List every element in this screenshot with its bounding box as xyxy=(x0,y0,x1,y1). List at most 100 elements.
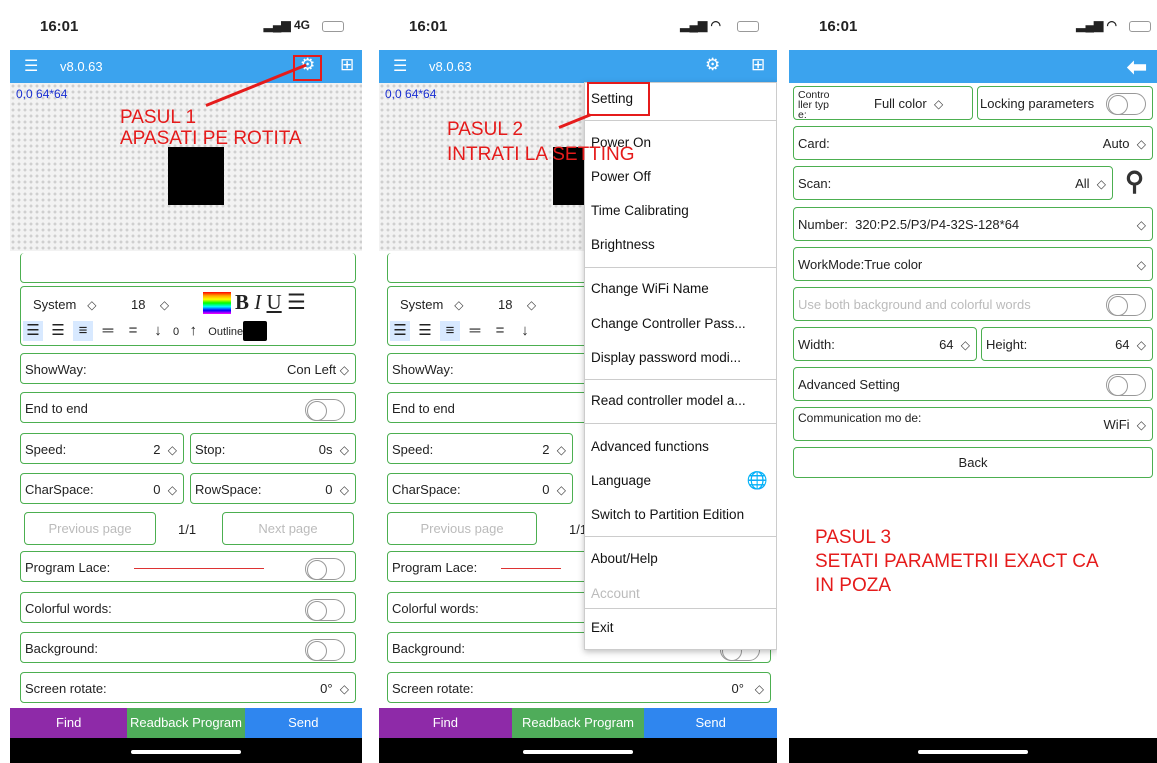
align-bottom-icon[interactable]: = xyxy=(490,321,510,341)
menu-item-change-pass[interactable]: Change Controller Pass... xyxy=(591,316,746,331)
speed-row[interactable]: Speed: 2 ◇ xyxy=(20,433,184,464)
step3-instruction-2: IN POZA xyxy=(815,575,892,596)
battery-icon xyxy=(737,21,759,32)
align-middle-icon[interactable]: ═ xyxy=(465,321,485,341)
phone-screen-3: 16:01 ▂▄▆ ◠ ⬅ Contro ller typ e: Full co… xyxy=(789,0,1157,763)
align-left-icon[interactable]: ☰ xyxy=(390,321,410,341)
bottom-buttons: Find Readback Program Send xyxy=(10,708,362,738)
send-button[interactable]: Send xyxy=(244,708,362,738)
menu-icon[interactable]: ☰ xyxy=(24,56,38,76)
menu-item-read-model[interactable]: Read controller model a... xyxy=(591,393,746,408)
colorful-words-toggle[interactable] xyxy=(305,599,345,621)
menu-item-display-password[interactable]: Display password modi... xyxy=(591,350,741,365)
back-arrow-icon[interactable]: ⬅ xyxy=(1127,53,1147,82)
status-time: 16:01 xyxy=(409,18,448,35)
previous-page-button[interactable]: Previous page xyxy=(24,512,156,545)
align-left-icon[interactable]: ☰ xyxy=(23,321,43,341)
bold-italic-underline-buttons[interactable]: B I U ☰ xyxy=(235,290,306,315)
phone-screen-2: 16:01 ▂▄▆ ◠ ☰ v8.0.63 ⚙ ⊞ 0,0 64*64 Syst… xyxy=(379,0,777,763)
gear-icon[interactable]: ⚙ xyxy=(705,55,720,75)
use-both-toggle[interactable] xyxy=(1106,294,1146,316)
find-button[interactable]: Find xyxy=(10,708,128,738)
arrow-down-icon[interactable]: ↓ xyxy=(148,321,168,341)
color-picker-icon[interactable] xyxy=(203,292,231,314)
scan-row[interactable]: Scan: All ◇ xyxy=(793,166,1113,200)
menu-icon[interactable]: ☰ xyxy=(393,56,407,76)
readback-program-button[interactable]: Readback Program xyxy=(511,708,645,738)
arrow-down-icon[interactable]: ↓ xyxy=(515,321,535,341)
settings-dropdown-menu: Setting Power On Power Off Time Calibrat… xyxy=(584,82,777,650)
send-button[interactable]: Send xyxy=(644,708,777,738)
communication-mode-row[interactable]: Communication mo de: WiFi ◇ xyxy=(793,407,1153,441)
status-bar: 16:01 ▂▄▆ ◠ xyxy=(379,0,777,50)
font-select[interactable]: System ◇ xyxy=(400,297,463,312)
card-row[interactable]: Card: Auto ◇ xyxy=(793,126,1153,160)
charspace-row[interactable]: CharSpace: 0 ◇ xyxy=(387,473,573,504)
signal-indicator: ▂▄▆ ◠ xyxy=(680,18,721,32)
workmode-row[interactable]: WorkMode:True color ◇ xyxy=(793,247,1153,281)
app-bar: ⬅ xyxy=(789,50,1157,83)
grid-icon[interactable]: ⊞ xyxy=(751,55,765,75)
locking-parameters-toggle[interactable] xyxy=(1106,93,1146,115)
step2-instruction: INTRATI LA SETTING xyxy=(447,144,635,165)
stop-row[interactable]: Stop: 0s ◇ xyxy=(190,433,356,464)
advanced-setting-toggle[interactable] xyxy=(1106,374,1146,396)
height-row[interactable]: Height: 64 ◇ xyxy=(981,327,1153,361)
find-button[interactable]: Find xyxy=(379,708,512,738)
menu-item-change-wifi[interactable]: Change WiFi Name xyxy=(591,281,709,296)
speed-row[interactable]: Speed: 2 ◇ xyxy=(387,433,573,464)
controller-type-row[interactable]: Contro ller typ e: Full color ◇ xyxy=(793,86,973,120)
menu-item-about[interactable]: About/Help xyxy=(591,551,658,566)
alignment-row: ☰ ☰ ≡ ═ = ↓ xyxy=(390,321,540,341)
battery-icon xyxy=(322,21,344,32)
align-bottom-icon[interactable]: = xyxy=(123,321,143,341)
program-lace-toggle[interactable] xyxy=(305,558,345,580)
back-button[interactable]: Back xyxy=(793,447,1153,478)
arrow-up-icon[interactable]: ↑ xyxy=(183,321,203,341)
search-icon[interactable]: ⚲ xyxy=(1125,166,1144,197)
text-input-area[interactable] xyxy=(20,253,356,283)
menu-item-brightness[interactable]: Brightness xyxy=(591,237,655,252)
charspace-row[interactable]: CharSpace: 0 ◇ xyxy=(20,473,184,504)
next-page-button[interactable]: Next page xyxy=(222,512,354,545)
screen-rotate-row[interactable]: Screen rotate: 0° ◇ xyxy=(20,672,356,703)
background-toggle[interactable] xyxy=(305,639,345,661)
menu-item-time-calibrating[interactable]: Time Calibrating xyxy=(591,203,689,218)
readback-program-button[interactable]: Readback Program xyxy=(127,708,245,738)
status-bar: 16:01 ▂▄▆ 4G xyxy=(10,0,362,50)
menu-item-exit[interactable]: Exit xyxy=(591,620,614,635)
menu-item-language[interactable]: Language xyxy=(591,473,651,488)
signal-indicator: ▂▄▆ ◠ xyxy=(1076,18,1117,32)
program-lace-row: Program Lace: xyxy=(20,551,356,582)
preview-coordinates: 0,0 64*64 xyxy=(385,87,437,101)
menu-item-advanced[interactable]: Advanced functions xyxy=(591,439,709,454)
step1-instruction: APASATI PE ROTITA xyxy=(120,128,302,149)
use-both-row: Use both background and colorful words xyxy=(793,287,1153,321)
align-right-icon[interactable]: ☰ xyxy=(415,321,435,341)
rowspace-row[interactable]: RowSpace: 0 ◇ xyxy=(190,473,356,504)
font-select[interactable]: System ◇ xyxy=(33,297,96,312)
globe-icon: 🌐 xyxy=(746,471,768,490)
outline-color-swatch[interactable] xyxy=(243,321,268,342)
menu-item-power-off[interactable]: Power Off xyxy=(591,169,651,184)
step3-label: PASUL 3 xyxy=(815,527,892,548)
align-middle-icon[interactable]: ═ xyxy=(98,321,118,341)
app-version: v8.0.63 xyxy=(60,59,103,74)
status-bar: 16:01 ▂▄▆ ◠ xyxy=(789,0,1157,50)
showway-row[interactable]: ShowWay: Con Left ◇ xyxy=(20,353,356,384)
align-right-icon[interactable]: ☰ xyxy=(48,321,68,341)
grid-icon[interactable]: ⊞ xyxy=(340,55,354,75)
align-center-icon[interactable]: ≡ xyxy=(440,321,460,341)
align-center-icon[interactable]: ≡ xyxy=(73,321,93,341)
signal-indicator: ▂▄▆ 4G xyxy=(263,18,310,32)
end-to-end-toggle[interactable] xyxy=(305,399,345,421)
highlight-setting xyxy=(587,82,650,116)
font-size-select[interactable]: 18 ◇ xyxy=(498,297,536,312)
previous-page-button[interactable]: Previous page xyxy=(387,512,537,545)
font-size-select[interactable]: 18 ◇ xyxy=(131,297,169,312)
menu-item-partition[interactable]: Switch to Partition Edition xyxy=(591,507,744,522)
screen-rotate-row[interactable]: Screen rotate: 0° ◇ xyxy=(387,672,771,703)
number-row[interactable]: Number: 320:P2.5/P3/P4-32S-128*64 ◇ xyxy=(793,207,1153,241)
width-row[interactable]: Width: 64 ◇ xyxy=(793,327,977,361)
home-indicator xyxy=(10,738,362,763)
